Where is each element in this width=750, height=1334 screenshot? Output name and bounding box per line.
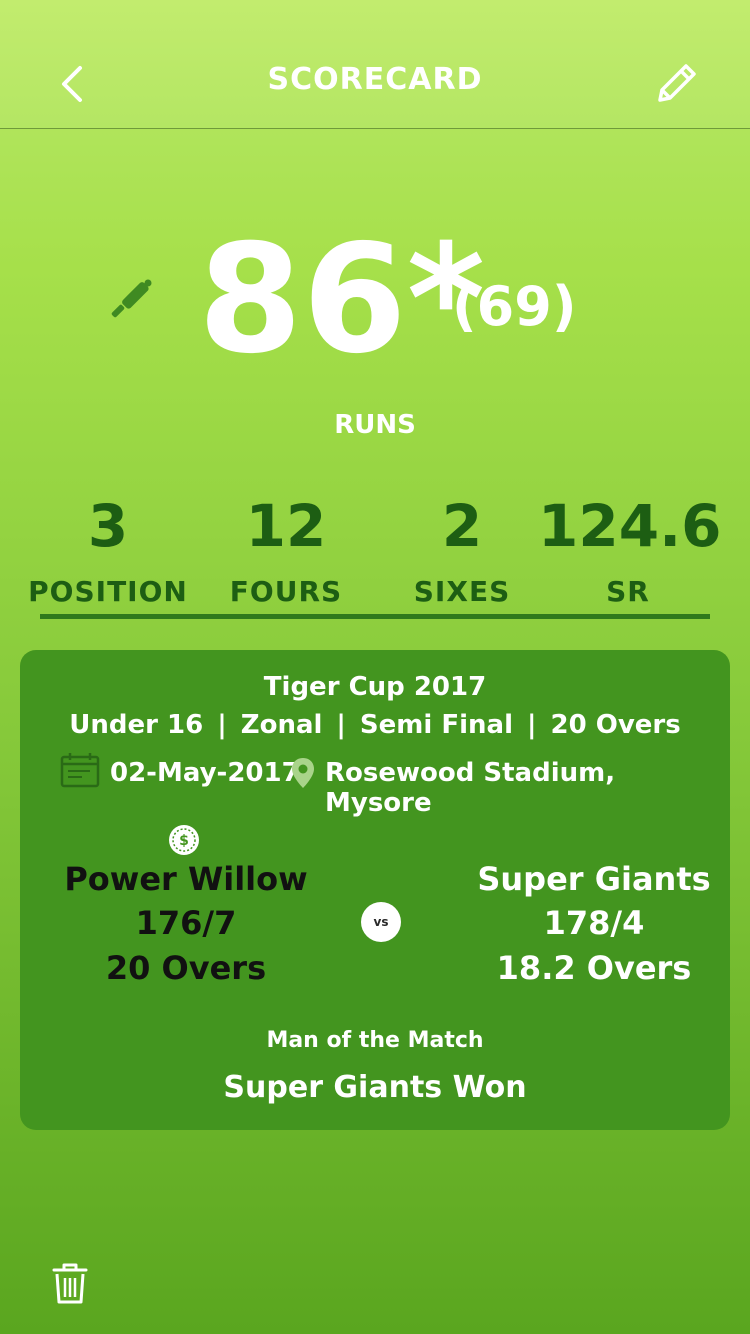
team-b: Super Giants 178/4 18.2 Overs — [444, 858, 744, 990]
stat-label: FOURS — [229, 575, 343, 608]
team-b-overs: 18.2 Overs — [496, 949, 692, 987]
stat-fours: 12 FOURS — [196, 490, 376, 612]
stat-label: SIXES — [413, 575, 511, 608]
stat-value: 2 — [441, 492, 483, 560]
delete-button[interactable] — [50, 1262, 90, 1306]
stat-label: POSITION — [28, 575, 188, 608]
stat-value: 12 — [245, 492, 327, 560]
stat-value: 3 — [87, 492, 129, 560]
team-b-score: 178/4 — [543, 904, 645, 942]
match-result: Super Giants Won — [223, 1070, 527, 1105]
age-group: Under 16 — [69, 710, 204, 740]
balls-faced: (69) — [452, 275, 577, 338]
match-level: Zonal — [240, 710, 323, 740]
team-b-name: Super Giants — [477, 860, 711, 898]
vs-badge: vs — [361, 902, 401, 942]
calendar-icon — [60, 752, 100, 788]
location-pin-icon — [290, 756, 316, 790]
match-card[interactable]: Tiger Cup 2017 Under 16 | Zonal | Semi Final… — [20, 650, 730, 1130]
trash-icon — [52, 1263, 88, 1304]
tournament-name: Tiger Cup 2017 — [263, 672, 487, 702]
stat-sixes: 2 SIXES — [372, 490, 552, 612]
cricket-bat-icon — [108, 274, 158, 324]
runs-value: 86* — [198, 213, 486, 387]
team-a-overs: 20 Overs — [105, 949, 267, 987]
stat-label: SR — [606, 575, 650, 608]
team-a: Power Willow 176/7 20 Overs — [36, 858, 336, 990]
man-of-the-match-label: Man of the Match — [266, 1028, 484, 1053]
stat-value: 124.6 — [538, 492, 722, 560]
svg-text:$: $ — [179, 833, 189, 849]
stat-position: 3 POSITION — [18, 490, 198, 612]
match-meta: Under 16 | Zonal | Semi Final | 20 Overs — [69, 710, 681, 740]
page-title: SCORECARD — [267, 62, 483, 97]
pencil-icon — [658, 64, 696, 102]
stat-strike-rate: 124.6 SR — [538, 490, 722, 612]
match-stage: Semi Final — [359, 710, 513, 740]
stats-row: 3 POSITION 12 FOURS 2 SIXES 124.6 SR — [28, 490, 721, 620]
date-venue-row: 02-May-2017 Rosewood Stadium, Mysore — [60, 750, 710, 818]
app-header: SCORECARD — [0, 0, 750, 129]
edit-button[interactable] — [650, 58, 702, 110]
team-a-score: 176/7 — [135, 904, 237, 942]
team-a-name: Power Willow — [64, 860, 308, 898]
runs-label: RUNS — [334, 410, 416, 440]
match-format: 20 Overs — [550, 710, 681, 740]
match-venue: Rosewood Stadium, Mysore — [325, 758, 616, 818]
toss-coin-icon: $ — [168, 824, 200, 856]
score-block: 86* (69) — [0, 220, 750, 380]
match-date: 02-May-2017 — [110, 758, 300, 788]
stats-divider — [40, 614, 710, 619]
